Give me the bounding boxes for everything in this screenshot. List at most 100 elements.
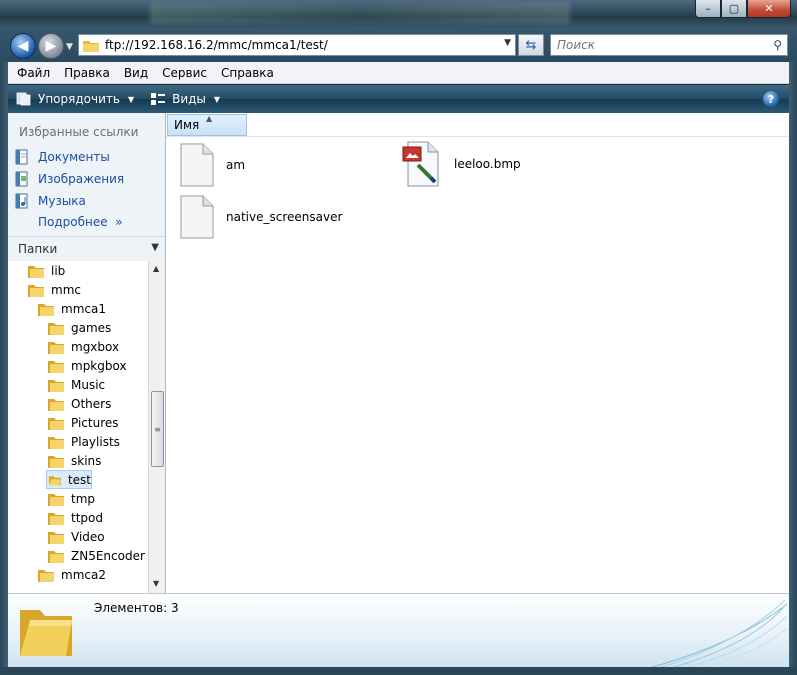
favorite-pictures[interactable]: Изображения [15, 171, 124, 187]
address-dropdown-icon[interactable]: ▼ [504, 38, 511, 48]
blank-file-icon [180, 143, 214, 187]
favorite-label: Изображения [38, 172, 125, 186]
menu-tools[interactable]: Сервис [162, 66, 207, 80]
tree-item-tmp[interactable]: tmp [48, 489, 95, 508]
title-bar: – ▢ ✕ [0, 0, 797, 30]
forward-button[interactable]: ▶ [38, 33, 64, 59]
refresh-button[interactable]: ⇆ [518, 34, 544, 56]
scroll-up-icon[interactable]: ▲ [153, 264, 159, 273]
tree-item-label: Playlists [71, 434, 120, 449]
folder-icon [48, 550, 64, 563]
folder-icon [48, 379, 64, 392]
tree-item-mpkgbox[interactable]: mpkgbox [48, 356, 127, 375]
blank-file-icon [180, 195, 214, 239]
item-count: Элементов: 3 [94, 601, 179, 615]
organize-icon [16, 92, 31, 106]
search-field[interactable]: ⚲ [550, 34, 788, 56]
views-button[interactable]: Виды ▼ [150, 92, 220, 106]
folder-icon [48, 493, 64, 506]
window-frame-right [789, 62, 797, 675]
back-button[interactable]: ◀ [10, 33, 36, 59]
tree-item-label: Others [71, 396, 112, 411]
favorite-label: Документы [38, 150, 110, 164]
search-input[interactable] [557, 38, 757, 52]
address-text: ftp://192.168.16.2/mmc/mmca1/test/ [105, 38, 328, 52]
folder-icon [48, 455, 64, 468]
column-name[interactable]: Имя ▲ [167, 114, 247, 136]
file-item-am[interactable]: am [180, 143, 245, 187]
chevron-down-icon: ▼ [151, 242, 159, 253]
menu-bar: Файл Правка Вид Сервис Справка [8, 62, 789, 84]
tree-item-mgxbox[interactable]: mgxbox [48, 337, 119, 356]
folders-title: Папки [18, 241, 58, 256]
command-bar: Упорядочить ▼ Виды ▼ ? [8, 85, 789, 113]
tree-item-mmc[interactable]: mmc [28, 280, 81, 299]
maximize-button[interactable]: ▢ [721, 0, 747, 18]
folder-icon [48, 512, 64, 525]
sort-ascending-icon: ▲ [206, 114, 213, 123]
menu-help[interactable]: Справка [221, 66, 274, 80]
tree-item-others[interactable]: Others [48, 394, 111, 413]
help-icon[interactable]: ? [763, 91, 779, 107]
window-frame-bottom [0, 667, 797, 675]
scroll-down-icon[interactable]: ▼ [153, 579, 159, 588]
tree-item-lib[interactable]: lib [28, 261, 65, 280]
recent-pages-dropdown[interactable]: ▼ [66, 42, 73, 52]
organize-button[interactable]: Упорядочить ▼ [16, 92, 134, 106]
folder-icon [48, 417, 64, 430]
file-item-native-screensaver[interactable]: native_screensaver [180, 195, 342, 239]
favorite-documents[interactable]: Документы [15, 149, 110, 165]
views-label: Виды [172, 92, 206, 106]
folder-tree-scrollbar[interactable]: ▲ ≡ ▼ [148, 261, 165, 593]
file-item-leeloo[interactable]: leeloo.bmp [402, 141, 521, 187]
menu-file[interactable]: Файл [17, 66, 50, 80]
folder-icon [38, 303, 54, 316]
more-links-button[interactable]: Подробнее » [38, 215, 123, 229]
search-icon[interactable]: ⚲ [773, 38, 782, 52]
tree-item-playlists[interactable]: Playlists [48, 432, 120, 451]
tree-item-label: mmca1 [61, 301, 106, 316]
folder-open-icon [49, 475, 61, 485]
double-chevron-right-icon: » [111, 215, 123, 229]
window-frame-left [0, 62, 8, 675]
tree-item-label: mpkgbox [71, 358, 127, 373]
tree-item-mmca1[interactable]: mmca1 [38, 299, 106, 318]
tree-item-mmca2[interactable]: mmca2 [38, 565, 106, 584]
folder-icon [48, 436, 64, 449]
menu-edit[interactable]: Правка [64, 66, 110, 80]
navigation-pane: Избранные ссылки Документы Изображения М… [8, 113, 166, 593]
address-field[interactable]: ftp://192.168.16.2/mmc/mmca1/test/ ▼ [78, 34, 516, 56]
tree-item-games[interactable]: games [48, 318, 111, 337]
menu-view[interactable]: Вид [124, 66, 148, 80]
views-icon [151, 93, 166, 105]
tree-item-music[interactable]: Music [48, 375, 105, 394]
tree-item-label: ttpod [71, 510, 103, 525]
file-list-pane: Имя ▲ am leeloo.bmp native_screensaver [166, 113, 789, 593]
file-name: am [226, 158, 246, 172]
favorite-label: Музыка [38, 194, 86, 208]
tree-item-ttpod[interactable]: ttpod [48, 508, 103, 527]
organize-label: Упорядочить [38, 92, 120, 106]
tree-item-test[interactable]: test [46, 470, 92, 489]
tree-item-pictures[interactable]: Pictures [48, 413, 119, 432]
tree-item-label: tmp [71, 491, 96, 506]
scrollbar-thumb[interactable]: ≡ [151, 391, 164, 467]
close-button[interactable]: ✕ [747, 0, 791, 18]
chevron-down-icon: ▼ [213, 94, 221, 104]
bitmap-file-icon [402, 141, 439, 187]
folder-icon [38, 569, 54, 582]
folder-icon [83, 40, 99, 52]
tree-item-label: mmc [51, 282, 81, 297]
tree-item-skins[interactable]: skins [48, 451, 101, 470]
folders-header[interactable]: Папки ▼ [8, 236, 165, 260]
file-name: native_screensaver [226, 210, 343, 224]
address-bar-area: ◀ ▶ ▼ ftp://192.168.16.2/mmc/mmca1/test/… [0, 30, 797, 62]
tree-item-video[interactable]: Video [48, 527, 105, 546]
tree-item-label: lib [51, 263, 66, 278]
minimize-button[interactable]: – [695, 0, 721, 18]
favorite-music[interactable]: Музыка [15, 193, 86, 209]
tree-item-zn5encoder[interactable]: ZN5Encoder [48, 546, 145, 565]
tree-item-label: ZN5Encoder [71, 548, 145, 563]
folder-large-icon [20, 610, 72, 656]
tree-item-label: mgxbox [71, 339, 120, 354]
